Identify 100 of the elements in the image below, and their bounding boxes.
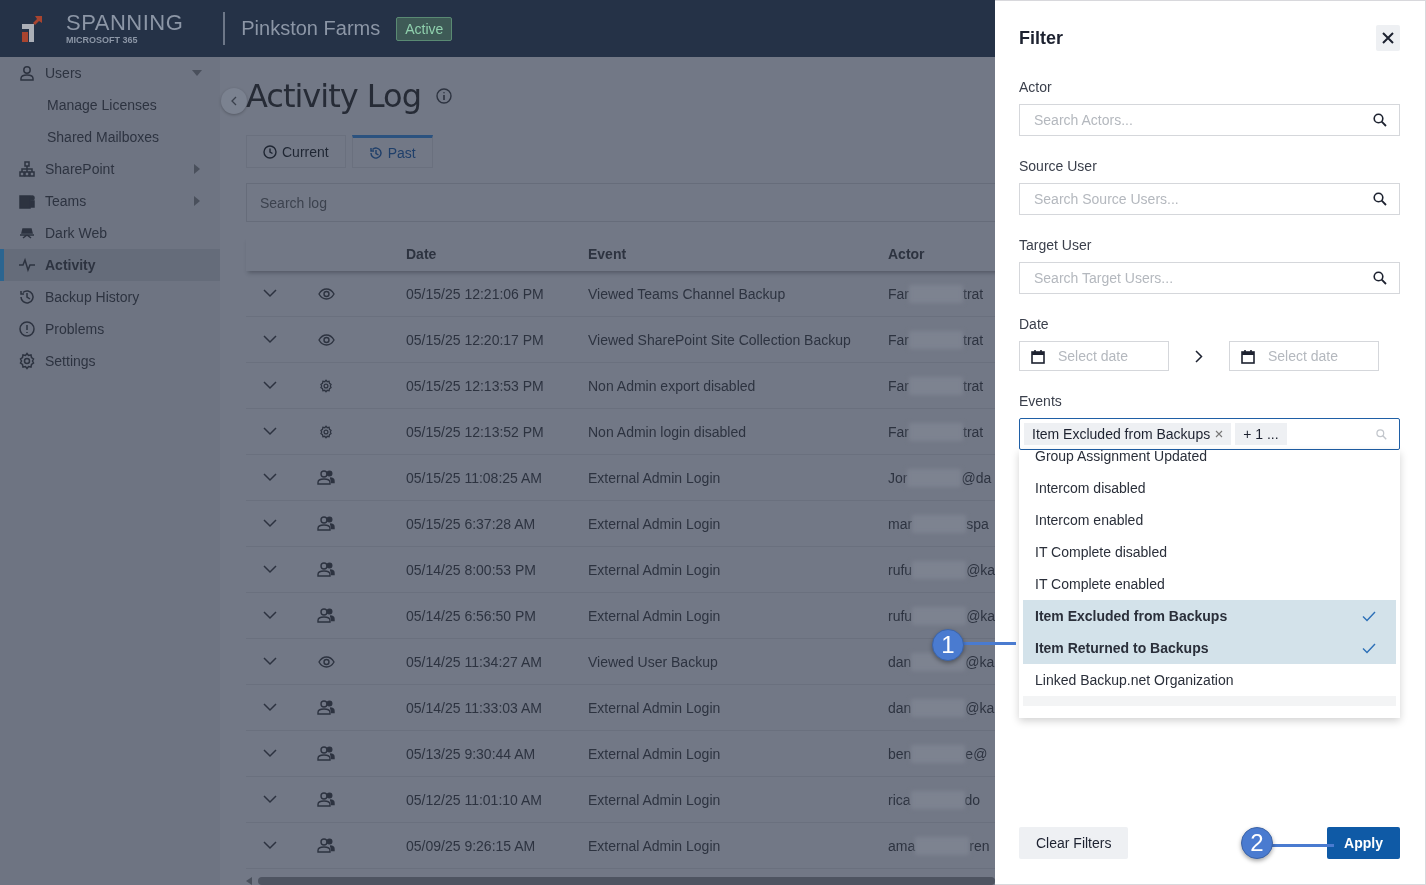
tab[interactable]: Past xyxy=(351,135,433,169)
chevron-down-icon[interactable] xyxy=(263,519,277,528)
users-icon xyxy=(317,470,335,485)
actor-text: Far xyxy=(888,331,909,348)
sidebar-item[interactable]: Teams xyxy=(0,185,220,217)
nav-icon xyxy=(18,256,36,274)
tab[interactable]: Current xyxy=(246,135,346,169)
dropdown-option[interactable]: IT Complete enabled xyxy=(1023,568,1396,600)
actor-text: Jor xyxy=(888,469,908,486)
column-header: Actor xyxy=(888,245,926,262)
chevron-down-icon[interactable] xyxy=(263,657,277,666)
scroll-left-icon[interactable] xyxy=(246,877,252,885)
dropdown-option[interactable]: Group Assignment Updated xyxy=(1023,450,1396,472)
actor-text: @ka xyxy=(965,699,995,716)
page-title: Activity Log xyxy=(246,77,421,116)
chevron-down-icon[interactable] xyxy=(263,473,277,482)
sidebar-item[interactable]: Activity xyxy=(0,249,220,281)
date-cell-text: 05/15/25 12:13:53 PM xyxy=(405,377,545,394)
actor-text: dan xyxy=(888,653,912,670)
actor-text: @ka xyxy=(966,561,995,578)
dropdown-option[interactable]: Intercom enabled xyxy=(1023,504,1396,536)
apply-button[interactable]: Apply xyxy=(1327,827,1400,859)
date-cell-text: 05/12/25 11:01:10 AM xyxy=(405,791,543,808)
info-icon xyxy=(435,87,453,106)
sidebar-item[interactable]: Manage Licenses xyxy=(0,89,220,121)
actor-text: rufu xyxy=(888,607,913,624)
selected-tag: Item Excluded from Backups xyxy=(1024,423,1232,445)
calendar-icon xyxy=(1241,348,1255,364)
eye-icon xyxy=(317,333,335,346)
dropdown-option[interactable]: IT Complete disabled xyxy=(1023,536,1396,568)
status-badge: Active xyxy=(396,16,453,41)
event-cell-text: External Admin Login xyxy=(588,561,722,578)
close-button[interactable] xyxy=(1376,25,1400,51)
search-field[interactable]: Search log xyxy=(246,183,995,222)
gear-icon xyxy=(319,378,333,393)
date-cell-text: 05/14/25 11:34:27 AM xyxy=(405,653,543,670)
actor-text: ren xyxy=(969,837,990,854)
sidebar-item[interactable]: Dark Web xyxy=(0,217,220,249)
event-cell-text: External Admin Login xyxy=(588,469,722,486)
field-label: Target User xyxy=(1019,237,1093,253)
tenant-name: Pinkston Farms xyxy=(241,17,381,40)
sidebar-item[interactable]: SharePoint xyxy=(0,153,220,185)
events-select[interactable]: Item Excluded from Backups + 1 ... xyxy=(1019,418,1400,450)
actor-text: @ka xyxy=(966,607,995,624)
sidebar-item[interactable]: Backup History xyxy=(0,281,220,313)
chevron-down-icon[interactable] xyxy=(263,289,277,298)
sidebar-item[interactable]: Settings xyxy=(0,345,220,377)
users-icon xyxy=(317,746,335,761)
event-cell-text: Viewed User Backup xyxy=(588,653,719,670)
event-cell-text: Non Admin login disabled xyxy=(588,423,747,440)
chevron-down-icon[interactable] xyxy=(263,427,277,436)
eye-icon xyxy=(317,287,335,300)
actor-text: ben xyxy=(888,745,912,762)
scrollbar-thumb[interactable] xyxy=(258,877,995,885)
sidebar-item[interactable]: Problems xyxy=(0,313,220,345)
dropdown-option[interactable]: Item Returned to Backups xyxy=(1023,632,1396,664)
date-cell-text: 05/14/25 11:33:03 AM xyxy=(405,699,543,716)
sidebar-item[interactable]: Shared Mailboxes xyxy=(0,121,220,153)
event-cell-text: External Admin Login xyxy=(588,515,722,532)
actor-text: @da xyxy=(961,469,992,486)
remove-icon[interactable] xyxy=(1215,430,1224,438)
clear-filters-button[interactable]: Clear Filters xyxy=(1019,827,1129,859)
close-icon xyxy=(1381,31,1395,45)
date-cell-text: 05/13/25 9:30:44 AM xyxy=(405,745,537,762)
field-label: Date xyxy=(1019,316,1050,332)
brand-name: SPANNING xyxy=(66,12,184,34)
collapse-sidebar-button[interactable] xyxy=(221,88,247,114)
date-field[interactable]: Select date xyxy=(1019,341,1169,371)
dropdown-option[interactable]: Item Excluded from Backups xyxy=(1023,600,1396,632)
users-icon xyxy=(317,516,335,531)
clock-icon xyxy=(263,145,277,159)
users-icon xyxy=(317,838,335,853)
gear-icon xyxy=(319,424,333,439)
users-icon xyxy=(317,792,335,807)
chevron-down-icon[interactable] xyxy=(263,565,277,574)
chevron-down-icon[interactable] xyxy=(263,841,277,850)
actor-text: rica xyxy=(888,791,911,808)
actor-text: Far xyxy=(888,285,909,302)
actor-text: spa xyxy=(966,515,989,532)
chevron-down-icon[interactable] xyxy=(263,795,277,804)
dropdown-option[interactable]: Intercom disabled xyxy=(1023,472,1396,504)
search-input[interactable]: Search log xyxy=(258,193,862,212)
check-icon xyxy=(1362,642,1376,654)
chevron-down-icon[interactable] xyxy=(263,335,277,344)
chevron-down-icon[interactable] xyxy=(263,749,277,758)
actor-text: mar xyxy=(888,515,913,532)
history-icon xyxy=(368,146,383,160)
actor-text: trat xyxy=(963,423,984,440)
chevron-down-icon[interactable] xyxy=(263,611,277,620)
dropdown-option[interactable]: Linked Backup.net Organization xyxy=(1023,664,1396,696)
actor-text: @ka xyxy=(965,653,995,670)
chevron-down-icon[interactable] xyxy=(263,381,277,390)
users-icon xyxy=(317,562,335,577)
sidebar-item[interactable]: Users xyxy=(0,57,220,89)
date-field[interactable]: Select date xyxy=(1229,341,1379,371)
nav-icon xyxy=(18,160,36,178)
actor-text: trat xyxy=(963,331,984,348)
chevron-down-icon[interactable] xyxy=(263,703,277,712)
event-cell-text: External Admin Login xyxy=(588,791,722,808)
field-label: Actor xyxy=(1019,79,1053,95)
